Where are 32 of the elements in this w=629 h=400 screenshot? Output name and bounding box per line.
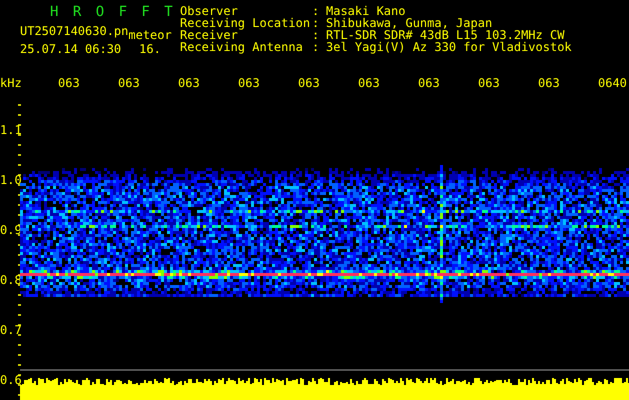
info-label: Receiving Antenna bbox=[180, 41, 304, 53]
time-label: 063 bbox=[538, 76, 560, 90]
frequency-label: 0.7 bbox=[0, 324, 22, 336]
date-time: 25.07.14 06:30 bbox=[20, 43, 122, 55]
frequency-label: 1.1 bbox=[0, 124, 22, 136]
info-label: Receiver bbox=[180, 29, 238, 41]
separator-colon: : bbox=[312, 41, 320, 53]
file-name: UT2507140630.pn bbox=[20, 25, 128, 40]
separator-colon: : bbox=[312, 29, 320, 41]
time-label: 0640 bbox=[598, 76, 627, 90]
time-label: 063 bbox=[298, 76, 320, 90]
info-value: RTL-SDR SDR# 43dB L15 103.2MHz CW bbox=[326, 29, 564, 41]
app-title: H R O F F T bbox=[49, 5, 177, 19]
time-label: 063 bbox=[358, 76, 380, 90]
count-value: 16. bbox=[139, 43, 161, 55]
mode-label: meteor bbox=[128, 29, 172, 41]
time-label: 063 bbox=[238, 76, 260, 90]
time-label: 063 bbox=[478, 76, 500, 90]
separator-colon: : bbox=[312, 17, 320, 29]
time-label: 063 bbox=[178, 76, 200, 90]
frequency-label: 0.6 bbox=[0, 374, 22, 386]
time-label: 063 bbox=[418, 76, 440, 90]
time-label: 063 bbox=[58, 76, 80, 90]
time-label: 063 bbox=[118, 76, 140, 90]
unit-label: kHz bbox=[0, 77, 23, 89]
info-value: 3el Yagi(V) Az 330 for Vladivostok bbox=[326, 41, 572, 53]
info-value: Shibukawa, Gunma, Japan bbox=[326, 17, 494, 29]
info-value: Masaki Kano bbox=[326, 5, 406, 17]
frequency-label: 1.0 bbox=[0, 174, 22, 186]
info-label: Receiving Location bbox=[180, 17, 312, 29]
separator-colon: : bbox=[312, 5, 320, 17]
info-label: Observer bbox=[180, 5, 238, 17]
